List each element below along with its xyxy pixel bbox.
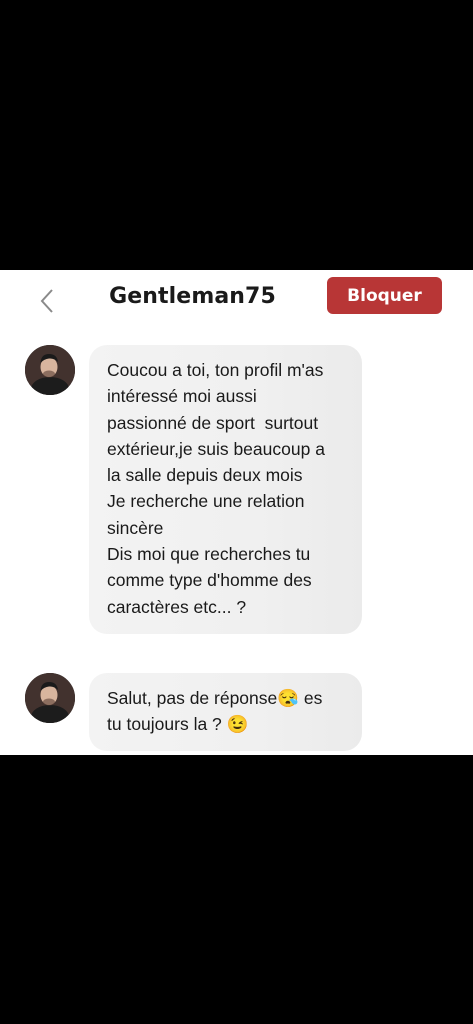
message-line: Je recherche une relation xyxy=(107,491,305,512)
block-button[interactable]: Bloquer xyxy=(327,277,442,314)
chat-screen: Gentleman75 Bloquer Coucou a toi, ton pr… xyxy=(0,270,473,755)
message-line: Salut, pas de réponse😪 es xyxy=(107,688,323,708)
message-line: comme type d'homme des xyxy=(107,570,312,591)
message-line: extérieur,je suis beaucoup a xyxy=(107,438,325,459)
avatar[interactable] xyxy=(25,673,75,723)
message-line: intéressé moi aussi xyxy=(107,386,257,407)
top-black-area xyxy=(0,0,473,270)
message-bubble: Coucou a toi, ton profil m'as intéressé … xyxy=(89,345,362,634)
chevron-left-icon xyxy=(40,289,53,313)
message-line: caractères etc... ? xyxy=(107,596,247,617)
message-line: Dis moi que recherches tu xyxy=(107,544,311,565)
message-line: la salle depuis deux mois xyxy=(107,465,303,486)
message-line: passionné de sport surtout xyxy=(107,412,319,433)
avatar[interactable] xyxy=(25,345,75,395)
chat-title: Gentleman75 xyxy=(109,284,276,309)
message-line: sincère xyxy=(107,517,164,538)
back-button[interactable] xyxy=(32,286,62,316)
avatar-image xyxy=(25,345,75,395)
bottom-black-area xyxy=(0,755,473,1024)
message-line: tu toujours la ? 😉 xyxy=(107,714,249,735)
avatar-image xyxy=(25,673,75,723)
message-bubble: Salut, pas de réponse😪 es tu toujours la… xyxy=(89,673,362,751)
message-line: Coucou a toi, ton profil m'as xyxy=(107,360,324,380)
